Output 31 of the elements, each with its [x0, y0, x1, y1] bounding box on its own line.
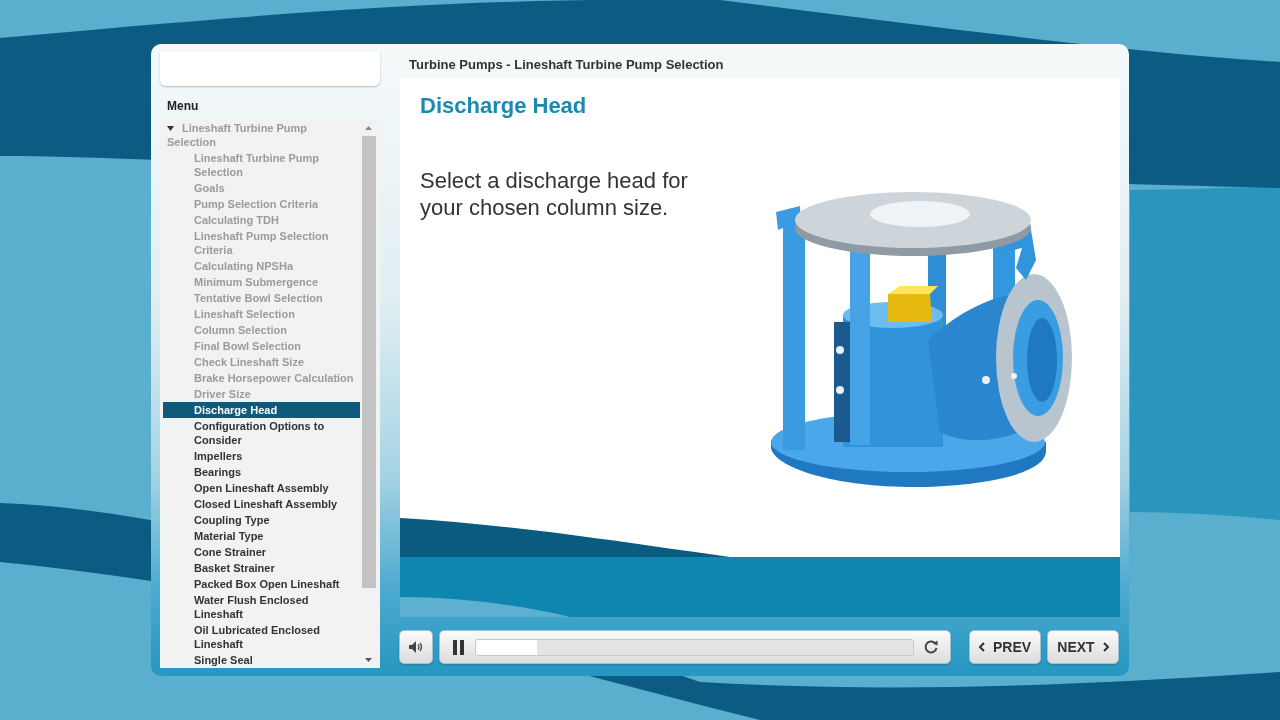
volume-button[interactable] — [399, 630, 433, 664]
pause-button[interactable] — [451, 639, 465, 655]
previous-button[interactable]: PREV — [969, 630, 1041, 664]
chevron-left-icon — [978, 642, 985, 652]
slide-text: Select a discharge head for your chosen column size. — [420, 167, 689, 222]
slide-heading: Discharge Head — [420, 93, 588, 119]
scrollbar-thumb[interactable] — [361, 136, 376, 588]
menu-heading: Menu — [166, 99, 200, 113]
menu-item[interactable]: Discharge Head — [163, 402, 360, 418]
course-title: Turbine Pumps - Lineshaft Turbine Pump Selection — [408, 56, 725, 74]
menu-item[interactable]: Single Seal — [163, 652, 360, 668]
menu-item[interactable]: Basket Strainer — [163, 560, 360, 576]
replay-icon — [923, 639, 939, 655]
menu-item[interactable]: Coupling Type — [163, 512, 360, 528]
menu-item[interactable]: Closed Lineshaft Assembly — [163, 496, 360, 512]
menu-item[interactable]: Configuration Options to Consider — [163, 418, 360, 448]
menu-item[interactable]: Bearings — [163, 464, 360, 480]
menu-item[interactable]: Oil Lubricated Enclosed Lineshaft — [163, 622, 360, 652]
replay-button[interactable] — [923, 639, 939, 655]
menu-item[interactable]: Water Flush Enclosed Lineshaft — [163, 592, 360, 622]
chevron-right-icon — [1102, 642, 1109, 652]
menu-item[interactable]: Impellers — [163, 448, 360, 464]
speaker-icon — [409, 641, 423, 653]
menu-item[interactable]: Packed Box Open Lineshaft — [163, 576, 360, 592]
pause-icon — [452, 639, 464, 655]
next-button[interactable]: NEXT — [1047, 630, 1119, 664]
menu-item[interactable]: Material Type — [163, 528, 360, 544]
menu-item[interactable]: Open Lineshaft Assembly — [163, 480, 360, 496]
caret-down-icon[interactable] — [167, 126, 174, 132]
menu-item[interactable]: Cone Strainer — [163, 544, 360, 560]
progress-track[interactable] — [475, 638, 914, 656]
